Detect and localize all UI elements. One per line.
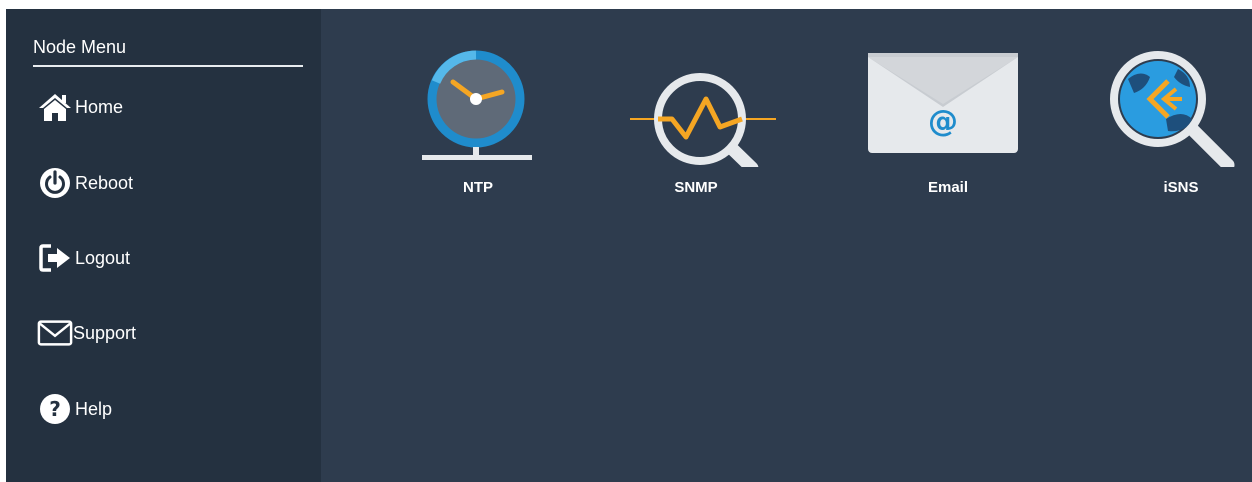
magnifier-isns-icon [1106,49,1252,172]
magnifier-signal-icon [616,49,790,175]
power-icon [37,165,73,201]
sidebar-item-label: Logout [75,247,131,268]
tile-isns[interactable]: iSNS [1106,49,1252,209]
tile-snmp[interactable]: SNMP [616,49,790,209]
sidebar: Node Menu Home Reboot Logout Support ? H… [6,9,321,482]
sidebar-item-home[interactable]: Home [37,87,297,127]
sidebar-item-support[interactable]: Support [37,313,297,353]
tile-email[interactable]: @ Email [868,49,1028,209]
svg-text:?: ? [49,397,61,421]
sidebar-item-label: Home [75,96,124,117]
tile-label: NTP [463,179,493,196]
sidebar-item-logout[interactable]: Logout [37,238,297,278]
sidebar-item-help[interactable]: ? Help [37,389,297,429]
clock-icon [398,49,558,167]
logout-icon [37,240,73,276]
home-icon [37,89,73,125]
envelope-icon [37,315,73,351]
sidebar-item-label: Help [75,398,113,419]
tile-label: Email [927,179,969,196]
sidebar-item-reboot[interactable]: Reboot [37,163,297,203]
sidebar-item-label: Reboot [75,172,134,193]
tile-label: SNMP [674,179,718,196]
email-envelope-icon: @ [868,49,1028,167]
tile-label: iSNS [1163,179,1199,196]
tile-ntp[interactable]: NTP [398,49,558,209]
app-window: Node Menu Home Reboot Logout Support ? H… [6,9,1252,482]
sidebar-item-label: Support [73,322,137,343]
svg-text:@: @ [928,104,958,139]
question-circle-icon: ? [37,391,73,427]
menu-title: Node Menu [33,36,303,67]
